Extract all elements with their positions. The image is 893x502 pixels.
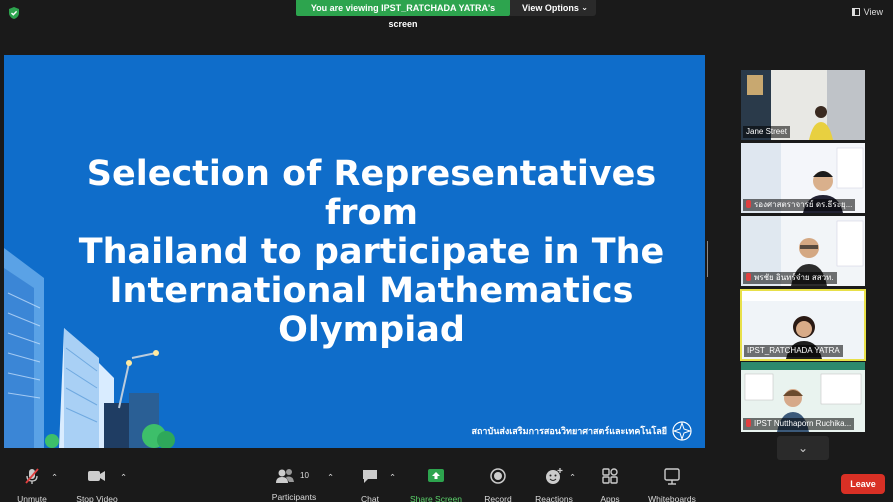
chat-bubble-icon bbox=[363, 470, 377, 483]
top-bar: You are viewing IPST_RATCHADA YATRA's sc… bbox=[0, 0, 893, 29]
video-options-caret[interactable]: ⌃ bbox=[120, 472, 127, 502]
share-screen-button[interactable]: Share Screen bbox=[408, 466, 464, 502]
view-options-label: View Options bbox=[522, 3, 579, 13]
shield-icon[interactable] bbox=[7, 6, 21, 20]
view-icon bbox=[851, 8, 860, 16]
muted-mic-icon bbox=[746, 273, 751, 281]
slide-title-line: Selection of Representatives from bbox=[86, 154, 657, 233]
stop-video-button[interactable]: Stop Video bbox=[72, 466, 122, 502]
participant-name: IPST Nutthaporn Ruchika... bbox=[743, 418, 855, 430]
scroll-down-button[interactable]: ⌄ bbox=[777, 436, 829, 460]
slide-title-line: Olympiad bbox=[278, 310, 465, 350]
participant-video-tile[interactable]: พรชัย อินทร์จ๋าย สสวท. bbox=[741, 216, 865, 286]
chat-button[interactable]: Chat bbox=[352, 466, 388, 502]
participant-video-tile[interactable]: รองศาสตราจารย์ ดร.ธีระยุ... bbox=[741, 143, 865, 213]
participant-name: พรชัย อินทร์จ๋าย สสวท. bbox=[743, 272, 837, 284]
participant-name: Jane Street bbox=[743, 126, 790, 138]
participant-video-tile[interactable]: IPST Nutthaporn Ruchika... bbox=[741, 362, 865, 432]
slide-title-line: International Mathematics bbox=[109, 271, 634, 311]
reactions-options-caret[interactable]: ⌃ bbox=[569, 472, 576, 502]
participant-video-tile[interactable]: Jane Street bbox=[741, 70, 865, 140]
whiteboards-label: Whiteboards bbox=[648, 494, 696, 502]
slide-title: Selection of Representatives from Thaila… bbox=[44, 155, 699, 350]
muted-microphone-icon bbox=[25, 468, 39, 484]
reactions-smiley-icon bbox=[546, 468, 563, 484]
view-label: View bbox=[863, 7, 883, 17]
unmute-label: Unmute bbox=[17, 494, 47, 502]
chat-label: Chat bbox=[361, 494, 379, 502]
unmute-button[interactable]: Unmute bbox=[12, 466, 52, 502]
view-options-button[interactable]: View Options ⌄ bbox=[510, 0, 596, 16]
record-icon bbox=[490, 468, 506, 484]
unmute-options-caret[interactable]: ⌃ bbox=[51, 472, 58, 502]
apps-label: Apps bbox=[600, 494, 620, 502]
video-camera-icon bbox=[88, 471, 105, 481]
whiteboards-button[interactable]: Whiteboards bbox=[644, 466, 700, 502]
participant-name: IPST_RATCHADA YATRA bbox=[744, 345, 843, 357]
share-screen-icon bbox=[428, 469, 444, 482]
stop-video-label: Stop Video bbox=[76, 494, 118, 502]
apps-button[interactable]: Apps bbox=[592, 466, 628, 502]
record-label: Record bbox=[484, 494, 512, 502]
participant-name: รองศาสตราจารย์ ดร.ธีระยุ... bbox=[743, 199, 856, 211]
participants-count: 10 bbox=[300, 471, 309, 480]
muted-mic-icon bbox=[746, 419, 751, 427]
leave-button[interactable]: Leave bbox=[841, 474, 885, 494]
slide-title-line: Thailand to participate in The bbox=[78, 232, 665, 272]
view-button[interactable]: View bbox=[851, 5, 883, 19]
chevron-down-icon: ⌄ bbox=[581, 3, 588, 12]
panel-resize-handle[interactable] bbox=[707, 241, 711, 277]
participants-label: Participants bbox=[271, 492, 317, 502]
share-screen-label: Share Screen bbox=[410, 494, 462, 502]
participant-video-tile-active[interactable]: IPST_RATCHADA YATRA bbox=[740, 289, 866, 361]
participants-button[interactable]: 10 Participants bbox=[266, 466, 322, 502]
chevron-down-icon: ⌄ bbox=[797, 441, 809, 455]
meeting-toolbar: Unmute ⌃ Stop Video ⌃ 10 Participants ⌃ … bbox=[0, 462, 893, 502]
whiteboard-icon bbox=[664, 468, 680, 485]
shared-screen-slide: Selection of Representatives from Thaila… bbox=[4, 55, 705, 448]
participants-options-caret[interactable]: ⌃ bbox=[327, 472, 334, 502]
ipst-logo-icon bbox=[672, 421, 692, 441]
apps-icon bbox=[602, 468, 618, 484]
participants-icon bbox=[276, 469, 294, 483]
chat-options-caret[interactable]: ⌃ bbox=[389, 472, 396, 502]
slide-footer-org: สถาบันส่งเสริมการสอนวิทยาศาสตร์และเทคโนโ… bbox=[471, 426, 667, 436]
record-button[interactable]: Record bbox=[480, 466, 516, 502]
muted-mic-icon bbox=[746, 200, 751, 208]
viewing-banner: You are viewing IPST_RATCHADA YATRA's sc… bbox=[296, 0, 510, 29]
